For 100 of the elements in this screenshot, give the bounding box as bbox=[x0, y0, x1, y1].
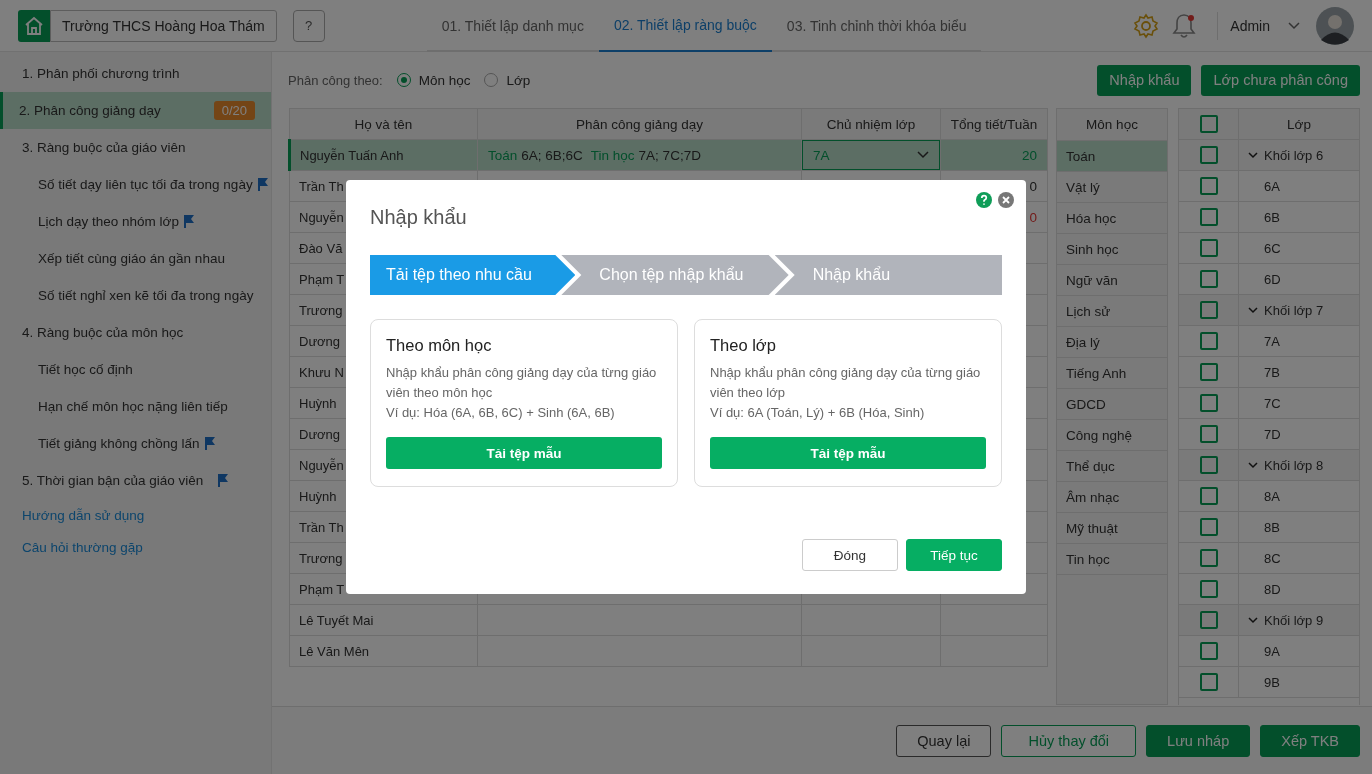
grade-group[interactable]: Khối lớp 7 bbox=[1264, 302, 1324, 318]
flag-icon bbox=[217, 474, 230, 487]
download-template-button[interactable]: Tải tệp mẫu bbox=[710, 437, 986, 469]
grade-group[interactable]: Khối lớp 9 bbox=[1264, 612, 1324, 628]
checkbox[interactable] bbox=[1199, 611, 1218, 629]
settings-icon[interactable] bbox=[1133, 12, 1160, 39]
checkbox[interactable] bbox=[1199, 146, 1218, 164]
checkbox[interactable] bbox=[1199, 580, 1218, 598]
school-selector[interactable]: Trường THCS Hoàng Hoa Thám bbox=[50, 9, 277, 42]
subject-item[interactable]: Lịch sử bbox=[1057, 296, 1167, 327]
class-name: 8A bbox=[1264, 488, 1280, 504]
sidebar-item[interactable]: Lịch dạy theo nhóm lớp bbox=[0, 203, 271, 240]
subject-item[interactable]: GDCD bbox=[1057, 389, 1167, 420]
subject-item[interactable]: Mỹ thuật bbox=[1057, 513, 1167, 544]
sidebar-item[interactable]: 5. Thời gian bận của giáo viên bbox=[0, 462, 271, 499]
subject-name: Tin học bbox=[590, 147, 635, 163]
dialog-button[interactable]: Tiếp tục bbox=[906, 539, 1002, 571]
class-name: 8D bbox=[1264, 581, 1281, 597]
subject-item[interactable]: Ngữ văn bbox=[1057, 265, 1167, 296]
sidebar-item[interactable]: 3. Ràng buộc của giáo viên bbox=[0, 129, 271, 166]
chevron-down-icon[interactable] bbox=[1248, 306, 1258, 314]
sidebar-item[interactable]: Xếp tiết cùng giáo án gần nhau bbox=[0, 240, 271, 277]
help-button[interactable]: ? bbox=[292, 9, 325, 42]
footer-button[interactable]: Hủy thay đổi bbox=[1001, 724, 1137, 757]
home-icon bbox=[24, 15, 44, 36]
chevron-down-icon[interactable] bbox=[1248, 151, 1258, 159]
sidebar-item[interactable]: Tiết học cố định bbox=[0, 351, 271, 388]
column-header: Chủ nhiệm lớp bbox=[801, 108, 941, 140]
subject-item[interactable]: Tiếng Anh bbox=[1057, 358, 1167, 389]
teacher-name[interactable]: Lê Văn Mên bbox=[289, 635, 478, 667]
download-template-button[interactable]: Tải tệp mẫu bbox=[386, 437, 662, 469]
dialog-title: Nhập khẩu bbox=[370, 206, 468, 229]
flag-icon bbox=[203, 437, 216, 450]
checkbox[interactable] bbox=[1199, 518, 1218, 536]
class-name: 7A bbox=[1264, 333, 1280, 349]
subject-item[interactable]: Âm nhạc bbox=[1057, 482, 1167, 513]
sidebar-item[interactable]: Hạn chế môn học nặng liên tiếp bbox=[0, 388, 271, 425]
step-tab[interactable]: 01. Thiết lập danh mục bbox=[426, 0, 599, 52]
class-name: 6A bbox=[1264, 178, 1280, 194]
avatar[interactable] bbox=[1316, 6, 1354, 45]
radio-option[interactable]: Lớp bbox=[484, 72, 531, 88]
grade-group[interactable]: Khối lớp 8 bbox=[1264, 457, 1324, 473]
checkbox[interactable] bbox=[1199, 332, 1218, 350]
checkbox[interactable] bbox=[1199, 487, 1218, 505]
sidebar-item[interactable]: Số tiết nghỉ xen kẽ tối đa trong ngày bbox=[0, 277, 271, 314]
checkbox[interactable] bbox=[1199, 363, 1218, 381]
sidebar-item[interactable]: Hướng dẫn sử dụng bbox=[0, 499, 271, 531]
chevron-down-icon[interactable] bbox=[1288, 21, 1300, 30]
subject-item[interactable]: Sinh học bbox=[1057, 234, 1167, 265]
checkbox[interactable] bbox=[1199, 394, 1218, 412]
card-example: Ví dụ: Hóa (6A, 6B, 6C) + Sinh (6A, 6B) bbox=[386, 404, 616, 422]
checkbox[interactable] bbox=[1199, 549, 1218, 567]
count-badge: 0/20 bbox=[213, 101, 255, 120]
subject-item[interactable]: Toán bbox=[1057, 141, 1167, 172]
bell-icon[interactable] bbox=[1171, 11, 1198, 40]
sidebar-item[interactable]: 1. Phân phối chương trình bbox=[0, 55, 271, 92]
chevron-down-icon[interactable] bbox=[1248, 461, 1258, 469]
teacher-name[interactable]: Lê Tuyết Mai bbox=[289, 604, 478, 636]
sidebar-item[interactable]: Số tiết dạy liên tục tối đa trong ngày bbox=[0, 166, 271, 203]
chevron-down-icon[interactable] bbox=[917, 151, 929, 159]
sidebar-item[interactable]: Câu hỏi thường gặp bbox=[0, 531, 271, 563]
checkbox[interactable] bbox=[1199, 270, 1218, 288]
subject-item[interactable]: Địa lý bbox=[1057, 327, 1167, 358]
subject-item[interactable]: Thể dục bbox=[1057, 451, 1167, 482]
sidebar-item[interactable]: 2. Phân công giảng dạy 0/20 bbox=[0, 92, 271, 129]
checkbox[interactable] bbox=[1199, 239, 1218, 257]
checkbox[interactable] bbox=[1199, 115, 1218, 133]
period-total: 0 bbox=[1029, 209, 1037, 225]
subject-item[interactable]: Công nghệ bbox=[1057, 420, 1167, 451]
footer-button[interactable]: Quay lại bbox=[896, 724, 992, 757]
subject-item[interactable]: Hóa học bbox=[1057, 203, 1167, 234]
wizard-step: Nhập khẩu bbox=[774, 255, 1002, 295]
footer-button[interactable]: Xếp TKB bbox=[1260, 724, 1360, 757]
toolbar-button[interactable]: Nhập khẩu bbox=[1097, 64, 1192, 96]
chevron-down-icon[interactable] bbox=[1248, 616, 1258, 624]
checkbox[interactable] bbox=[1199, 301, 1218, 319]
home-button[interactable] bbox=[18, 9, 50, 42]
subject-item[interactable]: Tin học bbox=[1057, 544, 1167, 575]
radio-option[interactable]: Môn học bbox=[396, 72, 471, 88]
help-icon[interactable] bbox=[976, 192, 992, 208]
dialog-button[interactable]: Đóng bbox=[802, 539, 898, 571]
checkbox[interactable] bbox=[1199, 177, 1218, 195]
grade-group[interactable]: Khối lớp 6 bbox=[1264, 147, 1324, 163]
card-description: Nhập khẩu phân công giảng dạy của từng giáo viên theo lớp bbox=[710, 364, 982, 402]
teacher-name[interactable]: Nguyễn Tuấn Anh bbox=[289, 139, 478, 171]
checkbox[interactable] bbox=[1199, 425, 1218, 443]
card-example: Ví dụ: 6A (Toán, Lý) + 6B (Hóa, Sinh) bbox=[710, 404, 926, 422]
toolbar-button[interactable]: Lớp chưa phân công bbox=[1201, 64, 1360, 96]
close-icon[interactable] bbox=[998, 192, 1014, 208]
sidebar-item[interactable]: Tiết giảng không chồng lấn bbox=[0, 425, 271, 462]
checkbox[interactable] bbox=[1199, 456, 1218, 474]
subject-item[interactable]: Vật lý bbox=[1057, 172, 1167, 203]
footer-button[interactable]: Lưu nháp bbox=[1146, 724, 1251, 757]
sidebar-item[interactable]: 4. Ràng buộc của môn học bbox=[0, 314, 271, 351]
checkbox[interactable] bbox=[1199, 673, 1218, 691]
column-header: Lớp bbox=[1286, 115, 1312, 134]
step-tab[interactable]: 03. Tinh chỉnh thời khóa biểu bbox=[771, 0, 982, 52]
checkbox[interactable] bbox=[1199, 208, 1218, 226]
checkbox[interactable] bbox=[1199, 642, 1218, 660]
user-name[interactable]: Admin bbox=[1230, 17, 1270, 34]
